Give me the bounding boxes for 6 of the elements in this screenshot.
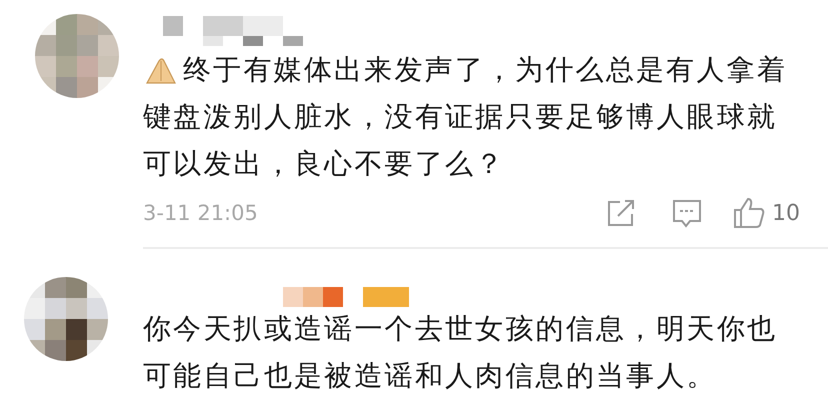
- comment-text: 你今天扒或造谣一个去世女孩的信息，明天你也 可能自己也是被造谣和人肉信息的当事人。: [143, 311, 778, 394]
- comment-text: 终于有媒体出来发声了，为什么总是有人拿着 键盘泼别人脏水，没有证据只要足够博人眼球就 可以发出，良心不要了么？: [143, 52, 788, 182]
- thumbs-up-icon[interactable]: [732, 196, 766, 230]
- avatar[interactable]: [24, 277, 108, 361]
- like-count: 10: [772, 200, 800, 226]
- comment-time: 3-11 21:05: [143, 201, 259, 225]
